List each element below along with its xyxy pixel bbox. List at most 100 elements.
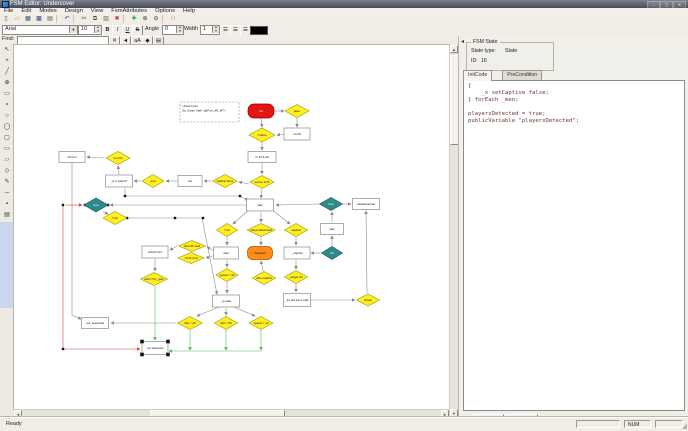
fsm-edge xyxy=(261,118,262,127)
resize-grip[interactable]: ◢ xyxy=(682,422,687,430)
fsm-edge xyxy=(271,209,290,224)
menu-item-help[interactable]: Help xyxy=(179,8,199,15)
fsm-edge xyxy=(261,189,262,198)
selection-handle[interactable] xyxy=(140,353,144,357)
parallelogram-shape-icon[interactable]: ▱ xyxy=(2,156,13,166)
edge-waypoint[interactable] xyxy=(202,217,204,219)
node-label: wait !=fm_gets xyxy=(144,277,164,281)
paste-icon[interactable]: ▨ xyxy=(101,15,111,23)
goto-state-icon[interactable]: ∷ xyxy=(168,15,178,23)
cut-icon[interactable]: ✂ xyxy=(79,15,89,23)
edge-waypoint[interactable] xyxy=(174,217,176,219)
spinner-arrows-icon[interactable]: ▲▼ xyxy=(176,26,183,33)
zoom-tool-icon[interactable]: ⊕ xyxy=(2,79,13,89)
dot-shape-icon[interactable]: ∘ xyxy=(2,101,13,111)
delete-icon[interactable]: ✖ xyxy=(112,15,122,23)
fsm-edge xyxy=(366,211,367,293)
selection-handle[interactable] xyxy=(166,353,170,357)
edge-waypoint[interactable] xyxy=(239,195,241,197)
scroll-down-icon[interactable]: ▼ xyxy=(450,409,458,417)
save-all-icon[interactable]: ▩ xyxy=(34,15,44,23)
menu-item-modes[interactable]: Modes xyxy=(35,8,60,15)
hline-tool-icon[interactable]: ─ xyxy=(2,189,13,199)
selection-handle[interactable] xyxy=(140,340,144,344)
collapse-panel-icon[interactable]: ◂ xyxy=(461,38,464,45)
tab-precondition[interactable]: PreCondition xyxy=(502,70,542,80)
tab-initcode[interactable]: InitCode xyxy=(463,70,492,81)
node-label: end xyxy=(150,179,155,183)
node-label: !! fst xyxy=(112,216,118,220)
node-label: init xyxy=(188,179,192,183)
node-label: check fire? xyxy=(148,250,163,254)
edge-waypoint[interactable] xyxy=(62,204,64,206)
properties-panel: ◂ FSM State State type: State ID: 16 Ini… xyxy=(458,36,688,417)
menu-item-edit[interactable]: Edit xyxy=(17,8,35,15)
fsm-edge xyxy=(239,182,249,184)
diagram-canvas[interactable]: UndercoverBy Johan Vlak <@Fsm_#6_6P>Init… xyxy=(14,45,449,409)
spinner-arrows-icon[interactable]: ▲▼ xyxy=(212,26,219,33)
color-swatch[interactable] xyxy=(250,26,268,35)
grid-tool-icon[interactable]: ▤ xyxy=(2,211,13,221)
node-label: who capFat xyxy=(256,276,272,280)
node-label: _fm act turns hide xyxy=(284,298,309,302)
line-tool-icon[interactable]: ╱ xyxy=(2,68,13,78)
zoom-out-icon[interactable]: ⊖ xyxy=(151,15,161,23)
ellipse-shape-icon[interactable]: ◯ xyxy=(2,123,13,133)
toolbar-separator xyxy=(73,15,77,23)
fsm-edge xyxy=(127,218,217,294)
undo-icon[interactable]: ↶ xyxy=(62,15,72,23)
status-box xyxy=(576,420,620,428)
zoom-in-icon[interactable]: ⊕ xyxy=(140,15,150,23)
code-editor[interactable]: { _x setCaptive false; } forEach _men; p… xyxy=(463,80,685,411)
circle-shape-icon[interactable]: ○ xyxy=(2,112,13,122)
scroll-up-icon[interactable]: ▲ xyxy=(450,45,458,53)
selection-handle[interactable] xyxy=(166,340,170,344)
menu-item-fsmattributes[interactable]: FsmAttributes xyxy=(107,8,151,15)
marquee-tool-icon[interactable]: ▭ xyxy=(2,90,13,100)
fsm-edge xyxy=(72,163,81,319)
menu-item-file[interactable]: File xyxy=(0,8,17,15)
select-tool-icon[interactable]: ↖ xyxy=(2,46,13,56)
node-label: waitInit done xyxy=(217,179,234,183)
toolbar-separator xyxy=(162,15,166,23)
window-title: FSM Editor: Undercover xyxy=(10,0,74,8)
edge-waypoint[interactable] xyxy=(124,195,126,197)
comment-text: Undercover xyxy=(183,104,199,108)
node-label: not_searched xyxy=(86,321,105,325)
print-icon[interactable]: ▤ xyxy=(45,15,55,23)
edge-waypoint[interactable] xyxy=(62,348,64,350)
new-icon[interactable]: ▯ xyxy=(1,15,11,23)
node-label: wait xyxy=(329,227,335,231)
open-icon[interactable]: ▱ xyxy=(12,15,22,23)
copy-icon[interactable]: ⧉ xyxy=(90,15,100,23)
font-size-value: 10 xyxy=(81,26,87,32)
node-label: !! fst xyxy=(224,228,230,232)
round-rect-shape-icon[interactable]: ▢ xyxy=(2,134,13,144)
width-label: Width xyxy=(184,25,198,34)
spinner-arrows-icon[interactable]: ▲▼ xyxy=(94,26,101,33)
angle-value: 0 xyxy=(165,26,168,32)
status-box xyxy=(655,420,683,428)
fsm-edge xyxy=(234,307,255,316)
point-tool-icon[interactable]: ▪ xyxy=(2,200,13,210)
font-family-select[interactable]: Arial ▼ xyxy=(2,25,78,35)
width-spinner[interactable]: 1 ▲▼ xyxy=(200,25,220,35)
pan-tool-icon[interactable]: + xyxy=(2,57,13,67)
fsm-edge xyxy=(118,166,119,174)
diamond-shape-icon[interactable]: ◇ xyxy=(2,167,13,177)
chevron-down-icon[interactable]: ▼ xyxy=(69,26,77,33)
menu-item-design[interactable]: Design xyxy=(61,8,87,15)
fit-icon[interactable]: ✚ xyxy=(129,15,139,23)
id-label: ID: xyxy=(471,58,478,64)
rect-shape-icon[interactable]: ▭ xyxy=(2,145,13,155)
node-label: true xyxy=(93,203,99,207)
menu-item-options[interactable]: Options xyxy=(151,8,179,15)
angle-spinner[interactable]: 0 ▲▼ xyxy=(162,25,184,35)
node-label: _is a watch? xyxy=(110,179,128,183)
id-value: 16 xyxy=(481,58,487,64)
pencil-tool-icon[interactable]: ✎ xyxy=(2,178,13,188)
save-icon[interactable]: ▦ xyxy=(23,15,33,23)
node-label: !!! 10 & 20 xyxy=(255,155,269,159)
menu-item-view[interactable]: View xyxy=(87,8,107,15)
font-size-spinner[interactable]: 10 ▲▼ xyxy=(78,25,102,35)
